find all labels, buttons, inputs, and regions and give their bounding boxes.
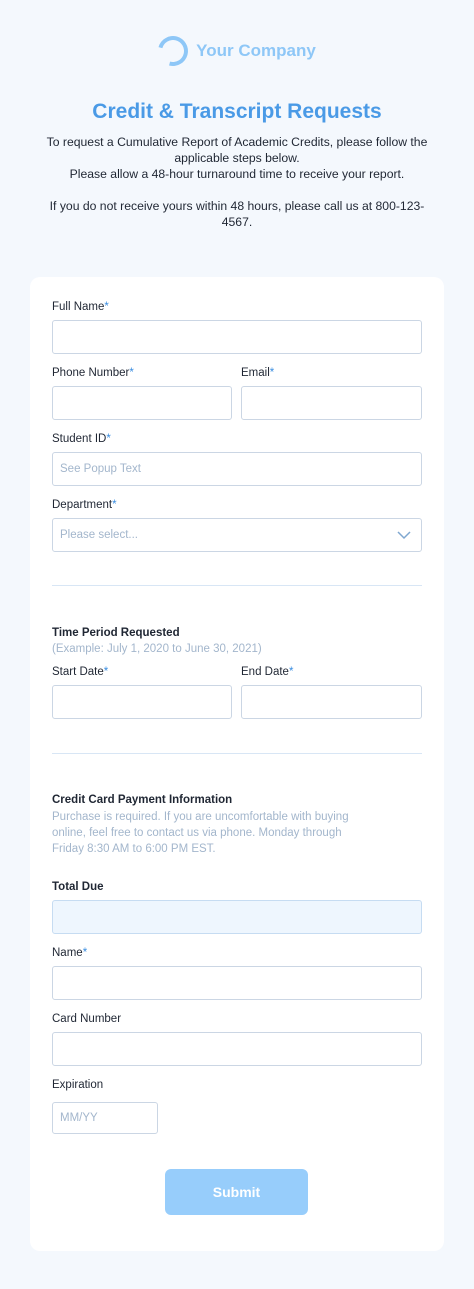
start-date-label: Start Date* [52,666,109,678]
email-label: Email* [241,367,275,379]
phone-input[interactable] [52,386,232,420]
company-logo: Your Company [0,30,474,72]
student-id-input[interactable]: See Popup Text [52,452,422,486]
intro-contact: If you do not receive yours within 48 ho… [49,199,425,229]
department-label: Department* [52,499,117,511]
email-input[interactable] [241,386,422,420]
section-divider [52,585,422,586]
section-divider [52,753,422,754]
card-name-label: Name* [52,947,88,959]
phone-label: Phone Number* [52,367,134,379]
intro-instructions: To request a Cumulative Report of Academ… [46,135,428,165]
card-number-input[interactable] [52,1032,422,1066]
student-id-label: Student ID* [52,433,111,445]
time-period-title: Time Period Requested [52,627,180,639]
card-name-input[interactable] [52,966,422,1000]
department-placeholder: Please select... [60,529,138,541]
total-due-label: Total Due [52,881,104,893]
company-name: Your Company [196,41,316,60]
expiration-label: Expiration [52,1079,104,1091]
chevron-down-icon [397,531,411,540]
page-title: Credit & Transcript Requests [92,100,382,123]
request-form: Full Name* Phone Number* Email* Student … [30,277,444,1251]
department-select[interactable]: Please select... [52,518,422,552]
payment-title: Credit Card Payment Information [52,794,233,806]
total-due-field [52,900,422,934]
time-period-help: (Example: July 1, 2020 to June 30, 2021) [52,643,262,655]
full-name-label: Full Name* [52,301,109,313]
start-date-input[interactable] [52,685,232,719]
card-number-label: Card Number [52,1013,122,1025]
submit-button[interactable]: Submit [165,1169,308,1215]
intro-turnaround: Please allow a 48-hour turnaround time t… [69,167,405,181]
intro-text: To request a Cumulative Report of Academ… [40,134,434,230]
end-date-input[interactable] [241,685,422,719]
expiration-input[interactable]: MM/YY [52,1102,158,1134]
full-name-input[interactable] [52,320,422,354]
logo-ring-icon [152,30,194,72]
payment-help: Purchase is required. If you are uncomfo… [52,811,349,855]
end-date-label: End Date* [241,666,294,678]
